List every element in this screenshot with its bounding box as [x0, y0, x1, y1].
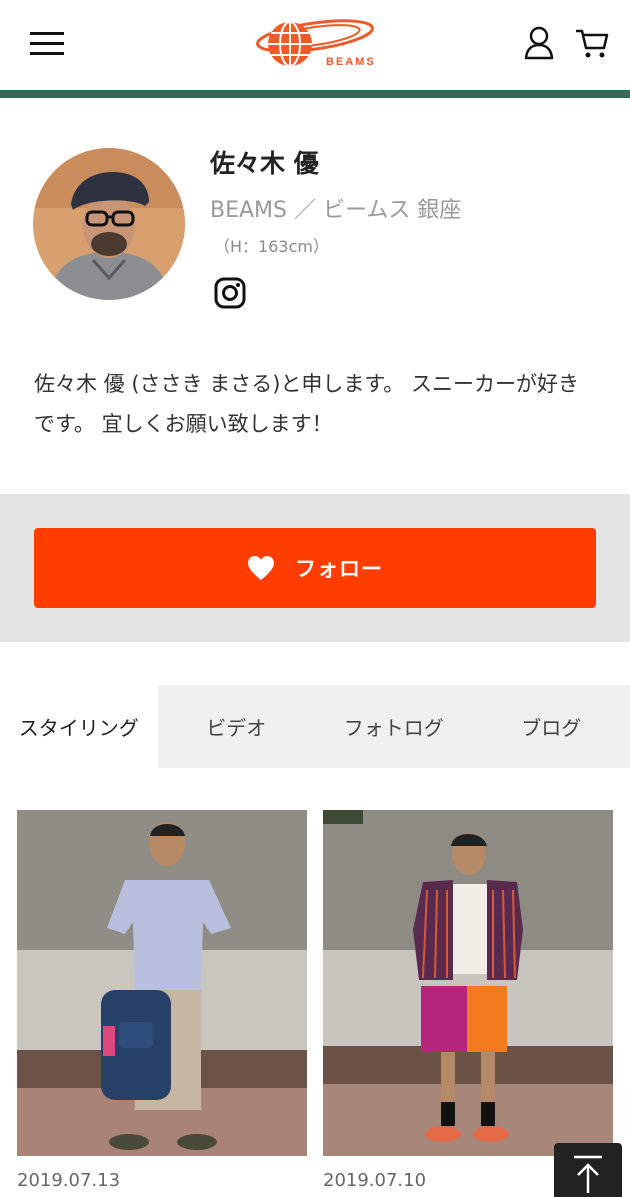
cart-icon[interactable] [574, 26, 610, 60]
content-tabs: スタイリング ビデオ フォトログ ブログ [0, 685, 630, 768]
tab-photolog[interactable]: フォトログ [315, 685, 473, 768]
arrow-up-icon [574, 1155, 602, 1193]
styling-date: 2019.07.13 [17, 1170, 121, 1191]
instagram-icon[interactable] [214, 277, 246, 309]
tab-video[interactable]: ビデオ [158, 685, 316, 768]
heart-icon [248, 556, 274, 580]
logo-text: BEAMS [326, 56, 376, 68]
follow-section: フォロー [0, 494, 630, 642]
stylist-bio: 佐々木 優 (ささき まさる)と申します。 スニーカーが好きです。 宜しくお願い… [34, 372, 579, 436]
header-accent-bar [0, 90, 630, 98]
styling-card[interactable] [323, 810, 613, 1156]
site-header: BEAMS [0, 0, 630, 90]
user-icon[interactable] [523, 26, 555, 60]
follow-button[interactable]: フォロー [34, 528, 596, 608]
follow-label: フォロー [295, 557, 383, 581]
styling-date: 2019.07.10 [323, 1170, 427, 1191]
tab-styling[interactable]: スタイリング [0, 685, 158, 768]
stylist-name: 佐々木 優 [210, 149, 319, 178]
stylist-height: （H：163cm） [214, 237, 329, 256]
tab-blog[interactable]: ブログ [473, 685, 630, 768]
styling-card[interactable] [17, 810, 307, 1156]
beams-logo[interactable]: BEAMS [250, 14, 380, 72]
styling-photo[interactable] [323, 810, 613, 1156]
scroll-to-top-button[interactable] [554, 1143, 622, 1197]
avatar [33, 148, 185, 300]
styling-photo[interactable] [17, 810, 307, 1156]
stylist-shop[interactable]: BEAMS ／ ビームス 銀座 [210, 192, 461, 224]
hamburger-icon[interactable] [30, 30, 64, 56]
